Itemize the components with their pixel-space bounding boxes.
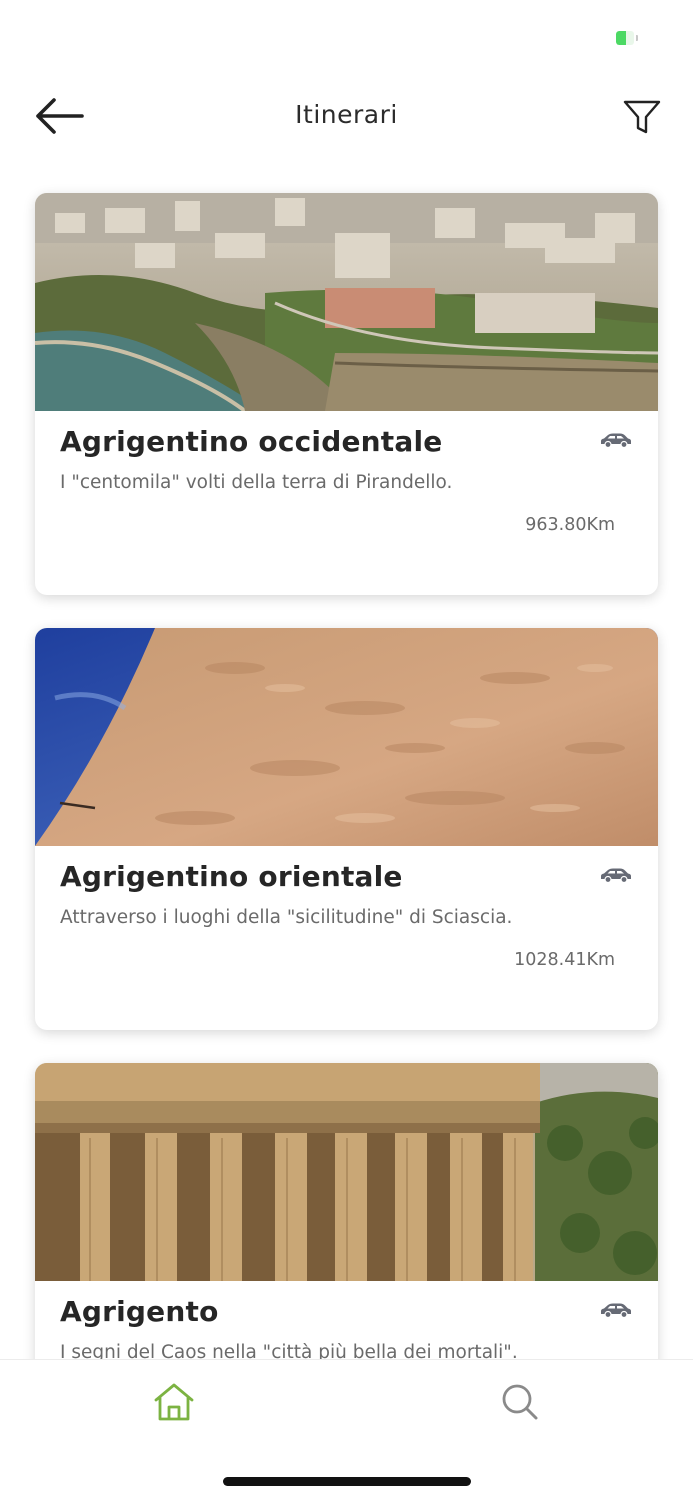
itinerary-image <box>35 1063 658 1281</box>
header: Itinerari <box>0 70 693 162</box>
home-icon <box>154 1383 194 1421</box>
battery-tip <box>636 35 638 41</box>
status-bar <box>0 0 693 70</box>
search-icon <box>502 1384 538 1420</box>
itinerary-title: Agrigentino occidentale <box>60 425 443 458</box>
home-indicator <box>223 1477 471 1486</box>
itinerary-card[interactable]: Agrigentino occidentale I "centomila" vo… <box>35 193 658 595</box>
filter-funnel-icon <box>623 100 661 134</box>
itinerary-image <box>35 628 658 846</box>
itinerary-distance: 963.80Km <box>525 515 615 535</box>
tab-search[interactable] <box>498 1380 542 1424</box>
filter-button[interactable] <box>620 96 664 138</box>
battery-icon <box>616 31 634 45</box>
itinerary-title: Agrigento <box>60 1295 219 1328</box>
tab-home[interactable] <box>150 1380 198 1424</box>
car-icon <box>601 1303 631 1319</box>
page-title: Itinerari <box>295 100 398 129</box>
itinerary-description: I "centomila" volti della terra di Piran… <box>60 472 453 493</box>
itinerary-description: Attraverso i luoghi della "sicilitudine"… <box>60 907 513 928</box>
itinerary-image <box>35 193 658 411</box>
itinerary-distance: 1028.41Km <box>514 950 615 970</box>
car-icon <box>601 868 631 884</box>
car-icon <box>601 433 631 449</box>
itinerary-title: Agrigentino orientale <box>60 860 403 893</box>
itinerary-card[interactable]: Agrigentino orientale Attraverso i luogh… <box>35 628 658 1030</box>
